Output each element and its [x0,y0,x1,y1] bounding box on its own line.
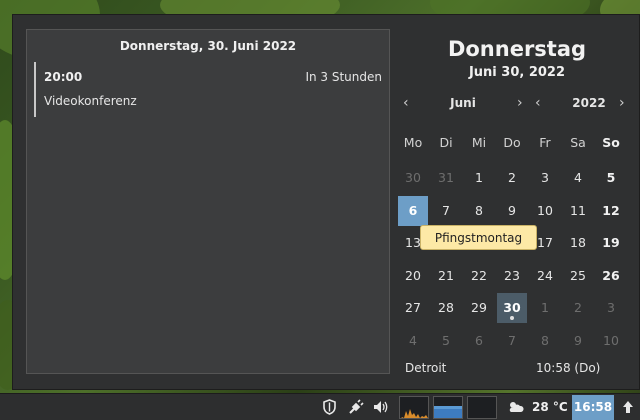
volume-icon[interactable] [373,399,390,416]
current-date: Juni 30, 2022 [468,65,566,80]
calendar-day[interactable]: 5 [596,163,626,193]
world-clock-city: Detroit [405,361,447,375]
calendar-day[interactable]: 20 [398,261,428,291]
calendar-day[interactable]: 7 [497,326,527,356]
weather-icon[interactable] [507,399,524,416]
calendar-day[interactable]: 10 [596,326,626,356]
calendar-day[interactable]: 2 [497,163,527,193]
calendar-day[interactable]: 6 [398,195,428,226]
weekday-header: Mo [403,135,423,150]
weekday-header: Mi [471,135,487,150]
calendar-day[interactable]: 27 [398,293,428,323]
calendar-day[interactable]: 30 [398,163,428,193]
temperature-label: 28 °C [532,400,568,414]
weekday-header: So [602,135,620,150]
calendar-day[interactable]: 24 [530,261,560,291]
weekday-header: Sa [570,135,586,150]
weekday-header: Fr [539,135,551,150]
holiday-tooltip: Pfingstmontag [420,225,537,250]
world-clock-time: 10:58 (Do) [536,361,601,375]
calendar-day[interactable]: 21 [431,261,461,291]
event-relative-time: In 3 Stunden [305,70,382,84]
calendar-day-today[interactable]: 30 [497,293,527,323]
calendar-day[interactable]: 22 [464,261,494,291]
calendar-day[interactable]: 4 [398,326,428,356]
month-year-navigation: ‹ Juni › ‹ 2022 › [393,95,640,113]
calendar-day[interactable]: 1 [464,163,494,193]
calendar-day[interactable]: 9 [563,326,593,356]
calendar-day[interactable]: 8 [530,326,560,356]
calendar-panel: Donnerstag Juni 30, 2022 ‹ Juni › ‹ 2022… [393,15,640,391]
memory-graph-icon[interactable] [433,396,463,419]
current-day-name: Donnerstag [447,37,587,61]
calendar-day[interactable]: 29 [464,293,494,323]
prev-year-icon[interactable]: ‹ [535,95,541,111]
events-date-header: Donnerstag, 30. Juni 2022 [119,39,297,53]
calendar-day[interactable]: 19 [596,228,626,258]
weekday-header: Di [439,135,453,150]
cpu-graph-icon[interactable] [399,396,429,419]
event-title: Videokonferenz [44,94,137,108]
upload-arrow-icon[interactable] [619,399,636,416]
calendar-day[interactable]: 2 [563,293,593,323]
calendar-day[interactable]: 5 [431,326,461,356]
taskbar-clock[interactable]: 16:58 [572,395,614,420]
prev-month-icon[interactable]: ‹ [403,95,409,111]
next-year-icon[interactable]: › [619,95,625,111]
calendar-popup: Donnerstag, 30. Juni 2022 20:00 In 3 Stu… [12,14,640,390]
calendar-day[interactable]: 31 [431,163,461,193]
network-graph-icon[interactable] [467,396,497,419]
calendar-day[interactable]: 12 [596,196,626,226]
event-item[interactable]: 20:00 In 3 Stunden Videokonferenz [34,62,382,117]
event-time: 20:00 [44,70,83,84]
shield-icon[interactable] [321,399,338,416]
calendar-day[interactable]: 10 [530,196,560,226]
year-label: 2022 [572,96,606,110]
taskbar: 28 °C 16:58 [0,393,640,420]
calendar-day[interactable]: 11 [563,196,593,226]
network-plug-icon[interactable] [347,399,364,416]
next-month-icon[interactable]: › [517,95,523,111]
calendar-day[interactable]: 26 [596,261,626,291]
calendar-day[interactable]: 18 [563,228,593,258]
calendar-day[interactable]: 7 [431,196,461,226]
calendar-day[interactable]: 1 [530,293,560,323]
calendar-day[interactable]: 23 [497,261,527,291]
calendar-day[interactable]: 25 [563,261,593,291]
calendar-day[interactable]: 6 [464,326,494,356]
calendar-day[interactable]: 28 [431,293,461,323]
event-indicator-dot [510,316,514,320]
calendar-day[interactable]: 4 [563,163,593,193]
calendar-day[interactable]: 8 [464,196,494,226]
calendar-day[interactable]: 3 [596,293,626,323]
events-panel: Donnerstag, 30. Juni 2022 20:00 In 3 Stu… [26,29,390,374]
calendar-day[interactable]: 9 [497,196,527,226]
month-label: Juni [450,96,476,110]
weekday-header: Do [503,135,521,150]
calendar-day[interactable]: 3 [530,163,560,193]
